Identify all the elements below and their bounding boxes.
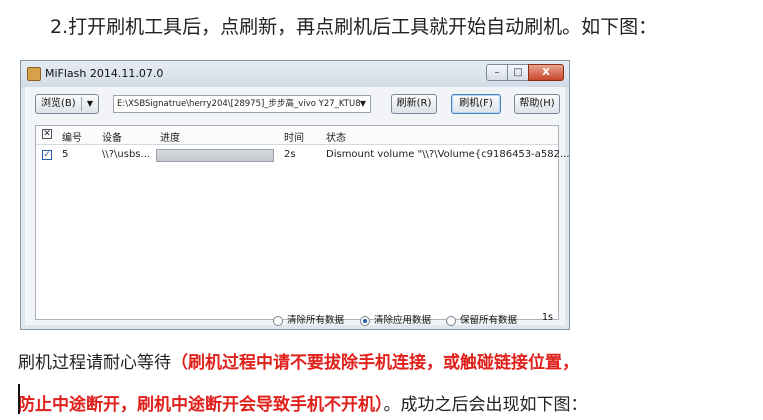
radio-label: 清除所有数据	[287, 315, 345, 326]
miflash-window: MiFlash 2014.11.07.0 – □ X 浏览(B) ▼ E:\XS…	[20, 60, 570, 330]
browse-dropdown-button[interactable]: 浏览(B) ▼	[35, 94, 99, 114]
column-number[interactable]: 编号	[62, 129, 82, 144]
radio-label: 保留所有数据	[460, 315, 518, 326]
chevron-down-icon[interactable]: ▼	[87, 95, 93, 113]
instruction-plain-text: 。成功之后会出现如下图：	[383, 395, 588, 415]
device-table: ✕ 编号 设备 进度 时间 状态 ✓ 5 \\?\usbs... 2s Dism…	[35, 125, 570, 320]
row-time: 2s	[284, 149, 296, 160]
instruction-plain-text: 刷机过程请耐心等待	[18, 353, 171, 373]
column-device[interactable]: 设备	[102, 129, 122, 144]
maximize-button[interactable]: □	[507, 64, 529, 81]
warning-text: 防止中途断开，刷机中途断开会导致手机不开机）	[18, 395, 384, 415]
window-client: 浏览(B) ▼ E:\XSBSignatrue\herry204\[28975]…	[25, 87, 570, 325]
instruction-line-1: 刷机过程请耐心等待（刷机过程中请不要拔除手机连接，或触碰链接位置，	[18, 348, 579, 373]
select-all-checkbox[interactable]: ✕	[42, 129, 52, 139]
flash-button[interactable]: 刷机(F)	[451, 94, 501, 114]
radio-clear-app[interactable]: 清除应用数据	[360, 312, 431, 326]
chevron-down-icon[interactable]: ▼	[360, 96, 366, 112]
minimize-button[interactable]: –	[486, 64, 508, 81]
column-progress[interactable]: 进度	[160, 129, 180, 144]
title-bar[interactable]: MiFlash 2014.11.07.0 – □ X	[21, 61, 569, 87]
table-row[interactable]: ✓ 5 \\?\usbs... 2s Dismount volume "\\?\…	[36, 146, 570, 164]
step-heading: 2.打开刷机工具后，点刷新，再点刷机后工具就开始自动刷机。如下图：	[50, 16, 658, 38]
radio-indicator	[273, 315, 283, 326]
radio-indicator	[446, 315, 456, 326]
row-device: \\?\usbs...	[102, 149, 151, 160]
close-button[interactable]: X	[528, 64, 564, 81]
radio-indicator	[360, 315, 370, 326]
instruction-line-2: 防止中途断开，刷机中途断开会导致手机不开机）。成功之后会出现如下图：	[18, 390, 588, 415]
refresh-button[interactable]: 刷新(R)	[391, 94, 437, 114]
radio-label: 清除应用数据	[374, 315, 432, 326]
row-checkbox[interactable]: ✓	[42, 150, 52, 160]
progress-fill	[157, 150, 273, 161]
split-divider	[81, 97, 82, 111]
text-cursor	[18, 384, 20, 414]
column-status[interactable]: 状态	[326, 129, 346, 144]
browse-label: 浏览(B)	[41, 98, 76, 109]
window-title: MiFlash 2014.11.07.0	[45, 67, 164, 80]
rom-path-select[interactable]: E:\XSBSignatrue\herry204\[28975]_步步高_viv…	[113, 95, 371, 113]
radio-keep-all[interactable]: 保留所有数据	[446, 312, 517, 326]
help-button[interactable]: 帮助(H)	[514, 94, 560, 114]
row-progress-bar	[156, 149, 274, 162]
app-icon	[27, 67, 41, 81]
status-bar: 清除所有数据 清除应用数据 保留所有数据 1s	[25, 308, 565, 328]
table-header: ✕ 编号 设备 进度 时间 状态	[36, 126, 558, 145]
rom-path-value: E:\XSBSignatrue\herry204\[28975]_步步高_viv…	[117, 99, 361, 109]
warning-text: （刷机过程中请不要拔除手机连接，或触碰链接位置，	[171, 353, 579, 373]
radio-clear-all[interactable]: 清除所有数据	[273, 312, 344, 326]
row-number: 5	[62, 149, 69, 160]
row-status: Dismount volume "\\?\Volume{c9186453-a58…	[326, 149, 570, 160]
elapsed-time: 1s	[542, 312, 553, 323]
column-time[interactable]: 时间	[284, 129, 304, 144]
